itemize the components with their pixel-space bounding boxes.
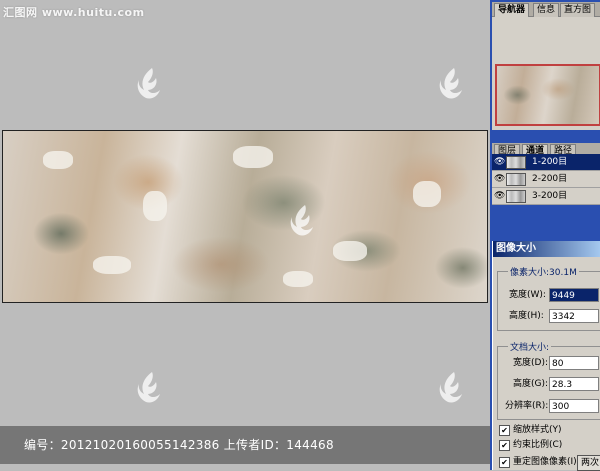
tab-info[interactable]: 信息 [533,3,560,17]
resolution-input[interactable]: 300 [549,399,599,413]
checkbox-check-icon[interactable]: ✔ [499,457,510,468]
channel-label: 3-200目 [532,191,568,201]
channel-row[interactable]: 👁 1-200目 [492,154,600,171]
pixel-height-input[interactable]: 3342 [549,309,599,323]
doc-width-input[interactable]: 80 [549,356,599,370]
channel-thumbnail [506,173,526,186]
channel-thumbnail [506,190,526,203]
dialog-title: 图像大小 [493,241,600,257]
pixel-width-input[interactable]: 9449 [549,288,599,302]
checkbox-label: 重定图像像素(I): [513,457,580,467]
height-label: 高度(H): [509,311,544,321]
resample-method-select[interactable]: 两次 [577,455,600,471]
eye-icon[interactable]: 👁 [494,174,505,184]
channel-row[interactable]: 👁 3-200目 [492,188,600,205]
tab-histogram[interactable]: 直方图 [560,3,596,17]
checkbox-check-icon[interactable]: ✔ [499,440,510,451]
doc-height-input[interactable]: 28.3 [549,377,599,391]
channel-thumbnail [506,156,526,169]
width-label: 宽度(W): [509,290,546,300]
site-watermark: 汇图网 www.huitu.com [3,6,145,19]
huitu-logo-icon [439,372,462,403]
channels-panel: 图层 通道 路径 👁 1-200目 👁 2-200目 👁 3-200目 [492,143,600,205]
doc-width-label: 宽度(D): [513,358,548,368]
huitu-logo-icon [290,205,313,236]
marble-texture-image[interactable] [2,130,488,303]
tab-navigator[interactable]: 导航器 [494,3,530,17]
channel-label: 2-200目 [532,174,568,184]
image-size-dialog: 图像大小 像素大小:30.1M 宽度(W): 9449 高度(H): 3342 … [492,241,600,470]
image-id-text: 编号：20121020160055142386 上传者ID：144468 [24,438,334,452]
checkbox-label: 缩放样式(Y) [513,425,562,435]
navigator-panel: 导航器 信息 直方图 [492,2,600,130]
resolution-label: 分辨率(R): [505,401,549,411]
document-workspace[interactable]: 汇图网 www.huitu.com 编号：2012102016005514238… [0,0,490,470]
checkbox-check-icon[interactable]: ✔ [499,425,510,436]
navigator-preview[interactable] [495,64,600,126]
huitu-logo-icon [439,68,462,99]
eye-icon[interactable]: 👁 [494,157,505,167]
checkbox-label: 约束比例(C) [513,440,563,450]
eye-icon[interactable]: 👁 [494,191,505,201]
document-size-title: 文档大小: [508,340,552,353]
navigator-tabs: 导航器 信息 直方图 [492,2,600,17]
channel-row[interactable]: 👁 2-200目 [492,171,600,188]
pixel-dimensions-title: 像素大小:30.1M [508,265,579,278]
huitu-logo-icon [137,68,160,99]
channel-label: 1-200目 [532,157,568,167]
doc-height-label: 高度(G): [513,379,549,389]
huitu-logo-icon [137,372,160,403]
